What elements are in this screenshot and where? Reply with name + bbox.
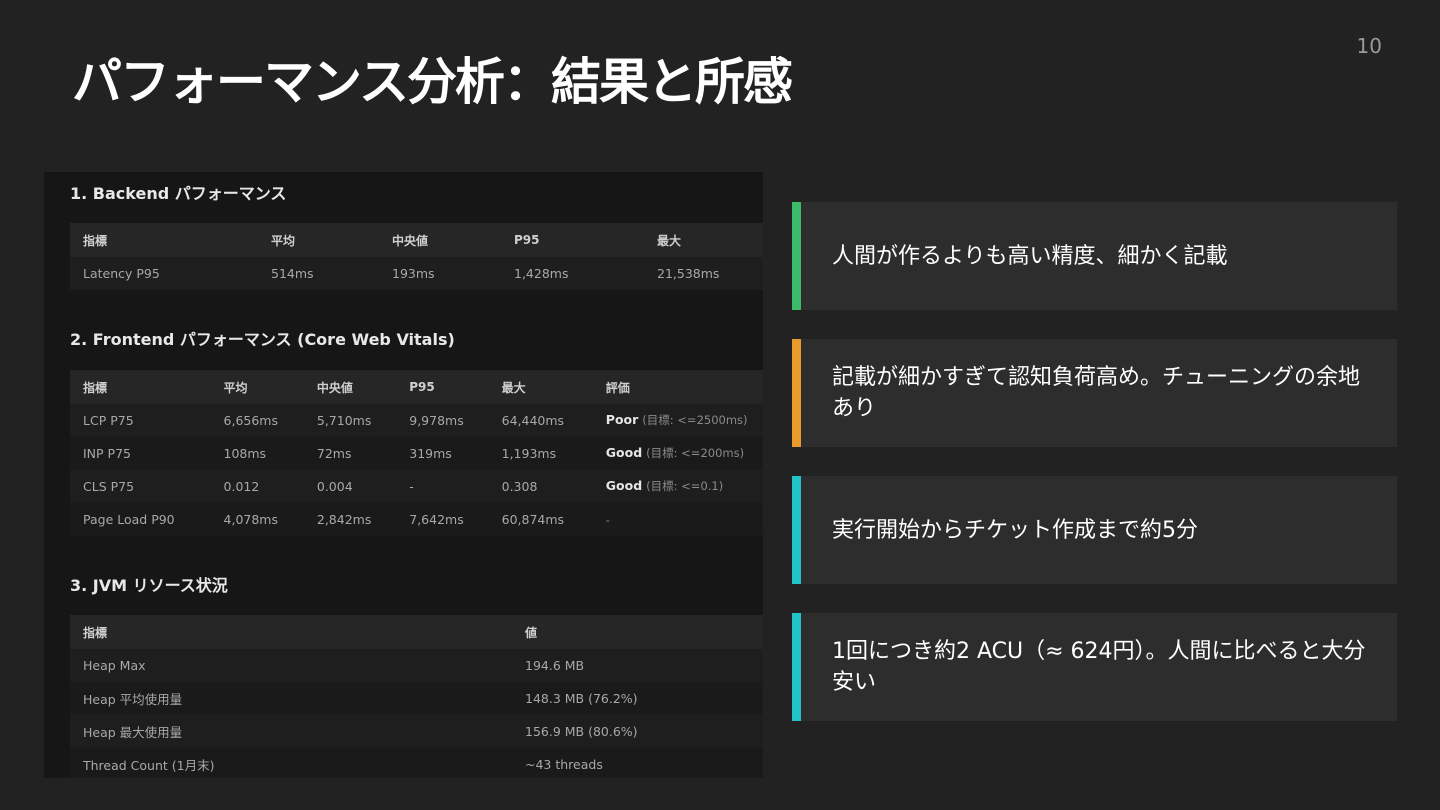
- table-row: Latency P95 514ms 193ms 1,428ms 21,538ms: [70, 257, 763, 290]
- column-header: 指標: [83, 625, 108, 640]
- page-number: 10: [1356, 34, 1382, 58]
- value-cell: 514ms: [271, 265, 314, 281]
- value-cell: 156.9 MB (80.6%): [525, 723, 638, 739]
- metric-cell: Page Load P90: [83, 511, 175, 527]
- column-header: 値: [525, 625, 538, 640]
- column-header: 最大: [501, 380, 526, 395]
- jvm-table: 指標 値 Heap Max 194.6 MB Heap 平均使用量 148.3 …: [70, 615, 763, 778]
- value-cell: 0.308: [501, 478, 538, 494]
- table-header: 指標 平均 中央値 P95 最大 評価: [70, 370, 763, 404]
- value-cell: ~43 threads: [525, 756, 603, 772]
- frontend-table: 指標 平均 中央値 P95 最大 評価 LCP P75 6,656ms 5,71…: [70, 370, 763, 536]
- value-cell: 1,428ms: [514, 265, 569, 281]
- value-cell: 193ms: [392, 265, 435, 281]
- table-row: LCP P75 6,656ms 5,710ms 9,978ms 64,440ms…: [70, 404, 763, 437]
- metric-cell: LCP P75: [83, 412, 134, 428]
- rating-cell: Good (目標: <=0.1): [606, 478, 763, 494]
- accent-bar: [792, 202, 801, 310]
- column-header: 指標: [83, 380, 108, 395]
- value-cell: 7,642ms: [409, 511, 464, 527]
- table-header: 指標 平均 中央値 P95 最大: [70, 223, 763, 257]
- value-cell: 0.004: [316, 478, 353, 494]
- jvm-section-heading: 3. JVM リソース状況: [70, 576, 228, 595]
- column-header: 平均: [223, 380, 248, 395]
- frontend-section-heading: 2. Frontend パフォーマンス (Core Web Vitals): [70, 330, 455, 349]
- rating-cell: Poor (目標: <=2500ms): [606, 412, 763, 428]
- finding-text: 人間が作るよりも高い精度、細かく記載: [832, 243, 1228, 269]
- column-header: 最大: [657, 233, 682, 248]
- rating-label: Good: [605, 445, 643, 460]
- finding-card: 1回につき約2 ACU（≈ 624円）。人間に比べると大分安い: [792, 613, 1397, 721]
- metric-cell: Heap 平均使用量: [83, 691, 183, 707]
- finding-text: 記載が細かすぎて認知負荷高め。チューニングの余地あり: [832, 365, 1361, 421]
- finding-card: 人間が作るよりも高い精度、細かく記載: [792, 202, 1397, 310]
- rating-target: (目標: <=0.1): [646, 479, 724, 493]
- column-header: 中央値: [392, 233, 429, 248]
- column-header: 評価: [605, 380, 630, 395]
- column-header: 平均: [271, 233, 296, 248]
- value-cell: 64,440ms: [501, 412, 565, 428]
- slide-title: パフォーマンス分析：結果と所感: [72, 53, 793, 111]
- accent-bar: [792, 476, 801, 584]
- backend-table: 指標 平均 中央値 P95 最大 Latency P95 514ms 193ms…: [70, 223, 763, 290]
- value-cell: 194.6 MB: [525, 657, 585, 673]
- rating-cell: Good (目標: <=200ms): [606, 445, 763, 461]
- table-header: 指標 値: [70, 615, 763, 649]
- accent-bar: [792, 613, 801, 721]
- metric-cell: Thread Count (1月末): [83, 757, 215, 773]
- value-cell: 1,193ms: [501, 445, 557, 461]
- value-cell: -: [409, 478, 414, 494]
- value-cell: 2,842ms: [316, 511, 372, 527]
- value-cell: 72ms: [316, 445, 352, 461]
- value-cell: 319ms: [409, 445, 452, 461]
- rating-label: Good: [605, 478, 643, 493]
- table-row: CLS P75 0.012 0.004 - 0.308 Good (目標: <=…: [70, 470, 763, 503]
- table-row: Heap 最大使用量 156.9 MB (80.6%): [70, 715, 763, 748]
- metric-cell: CLS P75: [83, 478, 135, 494]
- column-header: P95: [514, 233, 540, 247]
- finding-text: 1回につき約2 ACU（≈ 624円）。人間に比べると大分安い: [832, 639, 1366, 695]
- metric-cell: Latency P95: [83, 265, 160, 281]
- rating-label: -: [605, 512, 610, 527]
- accent-bar: [792, 339, 801, 447]
- table-row: Heap 平均使用量 148.3 MB (76.2%): [70, 682, 763, 715]
- value-cell: 21,538ms: [657, 265, 720, 281]
- metric-cell: Heap Max: [83, 657, 146, 673]
- finding-text: 実行開始からチケット作成まで約5分: [832, 517, 1198, 543]
- value-cell: 4,078ms: [223, 511, 278, 527]
- value-cell: 5,710ms: [316, 412, 372, 428]
- metric-cell: INP P75: [83, 445, 131, 461]
- performance-report-screenshot: 1. Backend パフォーマンス 指標 平均 中央値 P95 最大 Late…: [44, 172, 763, 778]
- table-row: Page Load P90 4,078ms 2,842ms 7,642ms 60…: [70, 503, 763, 536]
- value-cell: 0.012: [223, 478, 260, 494]
- table-row: Thread Count (1月末) ~43 threads: [70, 748, 763, 778]
- rating-label: Poor: [605, 412, 639, 427]
- column-header: 指標: [83, 233, 108, 248]
- finding-card: 実行開始からチケット作成まで約5分: [792, 476, 1397, 584]
- column-header: 中央値: [316, 380, 353, 395]
- value-cell: 148.3 MB (76.2%): [525, 690, 638, 706]
- column-header: P95: [409, 380, 435, 394]
- metric-cell: Heap 最大使用量: [83, 724, 183, 740]
- rating-target: (目標: <=2500ms): [642, 413, 748, 427]
- value-cell: 60,874ms: [501, 511, 565, 527]
- rating-target: (目標: <=200ms): [646, 446, 745, 460]
- table-row: Heap Max 194.6 MB: [70, 649, 763, 682]
- value-cell: 6,656ms: [223, 412, 278, 428]
- finding-card: 記載が細かすぎて認知負荷高め。チューニングの余地あり: [792, 339, 1397, 447]
- value-cell: 108ms: [223, 445, 267, 461]
- rating-cell: -: [606, 512, 763, 527]
- table-row: INP P75 108ms 72ms 319ms 1,193ms Good (目…: [70, 437, 763, 470]
- value-cell: 9,978ms: [409, 412, 464, 428]
- backend-section-heading: 1. Backend パフォーマンス: [70, 184, 287, 203]
